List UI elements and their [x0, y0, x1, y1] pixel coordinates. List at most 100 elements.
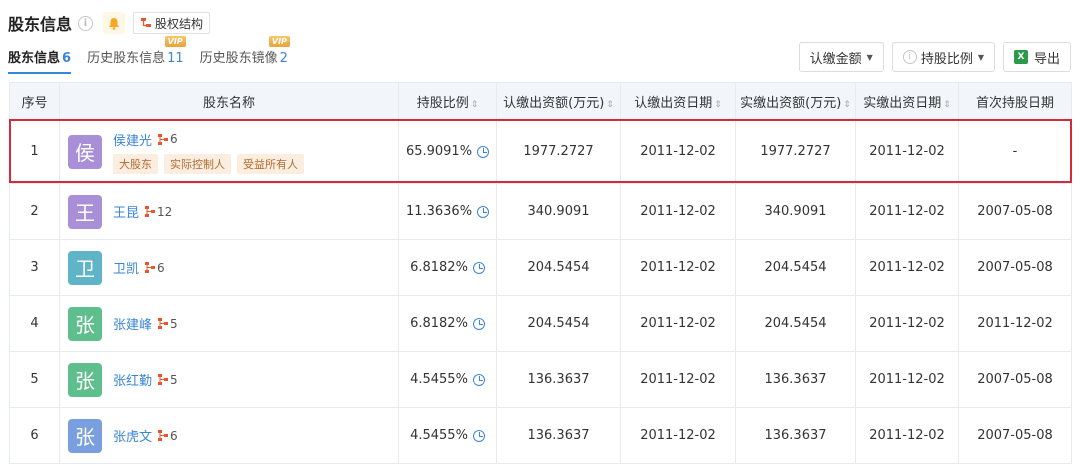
info-icon[interactable]: i — [78, 15, 94, 31]
col-sub-date[interactable]: 认缴出资日期 ⇕ — [620, 82, 736, 120]
cell-paid-amount: 136.3637 — [735, 407, 856, 464]
cell-first-date: 2011-12-02 — [958, 295, 1072, 352]
cell-paid-amount: 204.5454 — [735, 239, 856, 296]
col-paid-amount-label: 实缴出资额(万元) — [740, 95, 842, 111]
ratio-history-icon[interactable] — [472, 317, 485, 330]
col-paid-amount[interactable]: 实缴出资额(万元) ⇕ — [735, 82, 856, 120]
holder-name-link[interactable]: 张虎文 — [113, 426, 152, 445]
holding-ratio-dropdown[interactable]: i 持股比例 ▼ — [891, 42, 995, 72]
relation-icon[interactable] — [158, 430, 169, 441]
avatar: 王 — [68, 194, 102, 229]
cell-ratio: 11.3636% — [398, 183, 497, 240]
cell-first-date: 2007-05-08 — [958, 183, 1072, 240]
cell-paid-amount: 204.5454 — [735, 295, 856, 352]
cell-first-date: 2007-05-08 — [958, 351, 1072, 408]
relation-count: 12 — [157, 204, 173, 219]
cell-ratio: 4.5455% — [398, 407, 497, 464]
cell-paid-amount: 340.9091 — [735, 183, 856, 240]
table-body: 1 侯侯建光 6 大股东 实际控制人 受益所有人 65.9091% 1977.2727 2011… — [9, 119, 1072, 464]
ratio-value: 11.3636% — [405, 204, 473, 219]
cell-first-date: 2007-05-08 — [958, 407, 1072, 464]
cell-sub-amount: 136.3637 — [496, 351, 621, 408]
cell-paid-amount: 136.3637 — [735, 351, 856, 408]
cell-paid-date: 2011-12-02 — [855, 119, 959, 184]
sort-icon: ⇕ — [843, 99, 851, 110]
caret-down-icon: ▼ — [866, 52, 873, 62]
cell-paid-date: 2011-12-02 — [855, 239, 959, 296]
cell-ratio: 6.8182% — [398, 239, 497, 296]
equity-structure-button[interactable]: 股权结构 — [133, 12, 211, 34]
tab-count: 6 — [62, 51, 72, 66]
role-badge: 大股东 — [113, 153, 158, 174]
ratio-history-icon[interactable] — [472, 429, 485, 442]
avatar: 卫 — [68, 250, 102, 285]
col-sub-amount[interactable]: 认缴出资额(万元) ⇕ — [496, 82, 621, 120]
sort-icon: ⇕ — [714, 99, 722, 110]
relation-icon[interactable] — [158, 374, 169, 385]
table-row: 1 侯侯建光 6 大股东 实际控制人 受益所有人 65.9091% 1977.2727 2011… — [9, 119, 1072, 184]
ratio-value: 4.5455% — [410, 428, 468, 443]
tab-history-shareholders[interactable]: 历史股东信息 11 VIP — [87, 36, 186, 74]
cell-sub-amount: 204.5454 — [496, 295, 621, 352]
col-paid-date[interactable]: 实缴出资日期 ⇕ — [855, 82, 959, 120]
tab-bar: 股东信息 6 历史股东信息 11 VIP 历史股东镜像 2 VIP — [8, 36, 304, 74]
col-ratio[interactable]: 持股比例 ⇕ — [398, 82, 497, 120]
relation-icon[interactable] — [145, 206, 156, 217]
cell-paid-amount: 1977.2727 — [735, 119, 856, 184]
badge-list: 大股东 实际控制人 受益所有人 — [113, 153, 310, 174]
tab-history-mirror[interactable]: 历史股东镜像 2 VIP — [199, 36, 290, 74]
cell-paid-date: 2011-12-02 — [855, 351, 959, 408]
caret-down-icon: ▼ — [977, 52, 984, 62]
cell-holder: 侯侯建光 6 大股东 实际控制人 受益所有人 — [59, 119, 399, 184]
ratio-history-icon[interactable] — [472, 373, 485, 386]
cell-ratio: 6.8182% — [398, 295, 497, 352]
holder-name-link[interactable]: 王昆 — [113, 202, 139, 221]
subscribed-amount-dropdown[interactable]: 认缴金额 ▼ — [798, 42, 884, 72]
cell-holder: 王王昆 12 — [59, 183, 399, 240]
export-button[interactable]: X 导出 — [1002, 42, 1071, 72]
ratio-value: 6.8182% — [410, 316, 468, 331]
holder-name-link[interactable]: 侯建光 — [113, 130, 152, 149]
col-index: 序号 — [9, 82, 60, 120]
ratio-history-icon[interactable] — [477, 145, 490, 158]
cell-holder: 张张建峰 5 — [59, 295, 399, 352]
cell-paid-date: 2011-12-02 — [855, 295, 959, 352]
cell-sub-amount: 340.9091 — [496, 183, 621, 240]
tab-label: 股东信息 — [8, 51, 61, 66]
cell-sub-date: 2011-12-02 — [620, 351, 736, 408]
relation-icon[interactable] — [158, 133, 169, 145]
cell-index: 3 — [9, 239, 60, 296]
cell-sub-date: 2011-12-02 — [620, 295, 736, 352]
ratio-value: 6.8182% — [410, 260, 468, 275]
ratio-history-icon[interactable] — [472, 261, 485, 274]
tab-label: 历史股东镜像 — [199, 51, 278, 66]
bell-icon[interactable] — [103, 12, 126, 34]
relation-count: 6 — [157, 260, 165, 275]
sort-icon: ⇕ — [470, 99, 479, 110]
relation-count: 6 — [170, 428, 178, 443]
cell-first-date: 2007-05-08 — [958, 239, 1072, 296]
cell-index: 4 — [9, 295, 60, 352]
cell-index: 6 — [9, 407, 60, 464]
cell-index: 2 — [9, 183, 60, 240]
role-badge: 受益所有人 — [237, 153, 304, 174]
toolbar: 认缴金额 ▼ i 持股比例 ▼ X 导出 — [791, 42, 1071, 72]
ratio-history-icon[interactable] — [477, 205, 490, 218]
tab-shareholders[interactable]: 股东信息 6 — [8, 47, 72, 74]
cell-ratio: 4.5455% — [398, 351, 497, 408]
cell-index: 1 — [9, 119, 60, 184]
holder-name-link[interactable]: 卫凯 — [113, 258, 139, 277]
cell-first-date: - — [958, 119, 1072, 184]
holder-name-link[interactable]: 张建峰 — [113, 314, 152, 333]
cell-holder: 张张红勤 5 — [59, 351, 399, 408]
relation-icon[interactable] — [158, 318, 169, 329]
avatar: 侯 — [68, 134, 102, 169]
tab-label: 历史股东信息 — [87, 51, 166, 66]
title-row: 股东信息 i 股权结构 — [8, 10, 211, 36]
cell-holder: 张张虎文 6 — [59, 407, 399, 464]
holding-ratio-label: 持股比例 — [920, 51, 973, 67]
cell-sub-amount: 136.3637 — [496, 407, 621, 464]
vip-badge: VIP — [268, 36, 290, 47]
holder-name-link[interactable]: 张红勤 — [113, 370, 152, 389]
relation-icon[interactable] — [145, 262, 156, 273]
